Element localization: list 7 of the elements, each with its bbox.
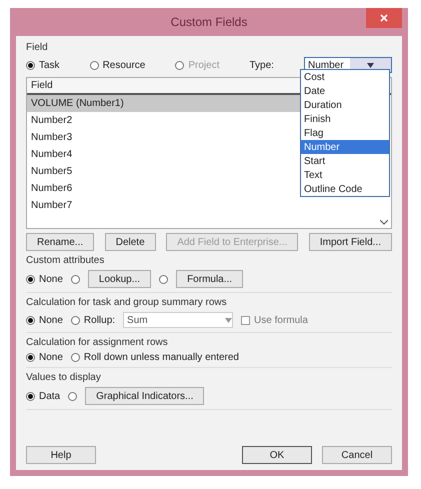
group-label: Values to display [26,372,102,383]
group-label: Field [26,42,49,53]
window-title: Custom Fields [170,15,248,29]
type-label: Type: [250,60,274,70]
group-label: Custom attributes [26,255,106,266]
group-label: Calculation for task and group summary rows [26,297,228,308]
group-label: Calculation for assignment rows [26,337,169,348]
